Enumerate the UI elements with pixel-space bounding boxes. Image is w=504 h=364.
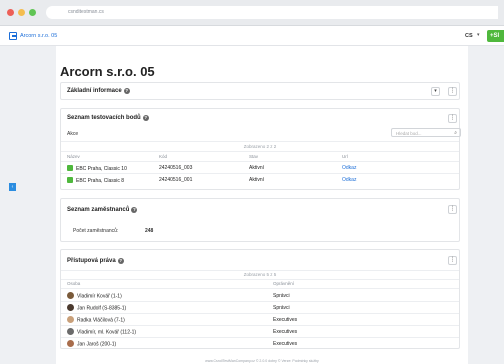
kebab-icon: ⋮ [449,88,456,94]
divider [61,173,459,174]
table-row-status: Aktivní [249,165,265,171]
table-row-person[interactable]: Radka Vláčilová (7-1) [67,316,125,324]
card-title: Základní informace? [67,88,130,94]
column-header: Oprávnění [273,281,295,286]
add-button[interactable]: +Sl [487,30,504,42]
maximize-dot[interactable] [29,9,36,16]
collapse-button[interactable]: ▾ [431,87,440,96]
table-row-link[interactable]: Odkaz [342,165,356,171]
divider [61,141,459,142]
card-employees: Seznam zaměstnanců? ⋮ Počet zaměstnanců:… [60,198,460,242]
chevron-down-icon: ▾ [434,88,437,94]
breadcrumb-company[interactable]: Arcorn s.r.o. 05 [20,33,57,39]
divider [61,288,459,289]
avatar [67,316,74,323]
column-header: Kód [159,154,168,159]
avatar [67,328,74,335]
column-header: Název [67,154,80,159]
table-row-code: 24240516_003 [159,165,193,171]
help-icon[interactable]: ? [117,258,124,264]
table-row-link[interactable]: Odkaz [342,177,356,183]
address-bar[interactable]: csnditestman.cs [46,6,498,19]
column-header: Url [342,154,348,159]
column-header: Stav [249,154,259,159]
employee-count-label: Počet zaměstnanců: [73,228,119,234]
card-title: Seznam zaměstnanců? [67,207,138,213]
status-square-icon [67,165,73,171]
close-dot[interactable] [7,9,14,16]
divider [61,161,459,162]
table-row-role: Executives [273,329,298,335]
card-basic-info: Základní informace? ▾ ⋮ [60,82,460,100]
page-title: Arcorn s.r.o. 05 [60,64,155,79]
table-row-status: Aktivní [249,177,265,183]
table-row-role: Executives [273,341,298,347]
avatar [67,304,74,311]
table-row-role: Executives [273,317,298,323]
divider [61,313,459,314]
card-title: Přístupová práva? [67,258,124,264]
more-menu-button[interactable]: ⋮ [448,87,457,96]
card-access-rights: Přístupová práva? ⋮ Zobrazeno 5 z 5 Osob… [60,249,460,349]
shown-count: Zobrazeno 2 z 2 [243,144,277,149]
minimize-dot[interactable] [18,9,25,16]
divider [61,279,459,280]
help-icon[interactable]: ? [123,88,130,94]
table-row-person[interactable]: Vladimír, ml. Kovář (112-1) [67,328,136,336]
more-menu-button[interactable]: ⋮ [448,205,457,214]
divider [61,337,459,338]
kebab-icon: ⋮ [449,206,456,212]
app-header: Arcorn s.r.o. 05 CS ▾ +Sl [0,26,504,46]
table-row-name[interactable]: EBC Praha, Classic 10 [67,165,127,172]
employee-count-value: 248 [145,228,154,234]
avatar [67,292,74,299]
shown-count: Zobrazeno 5 z 5 [243,272,277,277]
table-row-person[interactable]: Jan Rudolf (S-8385-1) [67,304,126,312]
kebab-icon: ⋮ [449,257,456,263]
table-row-person[interactable]: Jan Jaroš (200-1) [67,340,116,348]
divider [61,151,459,152]
sidebar-expand-handle[interactable]: ‹ [9,183,16,191]
window-controls [7,9,36,16]
kebab-icon: ⋮ [449,115,456,121]
table-row-name[interactable]: EBC Praha, Classic 8 [67,177,124,184]
card-title: Seznam testovacích bodů? [67,115,149,121]
table-row-code: 24240516_001 [159,177,193,183]
status-square-icon [67,177,73,183]
table-row-role: Správci [273,305,290,311]
column-header: Osoba [67,281,81,286]
divider [61,270,459,271]
search-icon[interactable]: ⌕ [454,130,457,136]
search-input[interactable]: Hledat bod... ⌕ [391,128,461,137]
help-icon[interactable]: ? [142,115,149,121]
browser-chrome: csnditestman.cs [0,0,504,26]
help-icon[interactable]: ? [131,207,138,213]
card-test-points: Seznam testovacích bodů? ⋮ Akce Hledat b… [60,108,461,190]
table-row-person[interactable]: Vladimír Kovář (1-1) [67,292,122,300]
footer: www.CsndiTestManCompany.cz © 2.0.0 dobry… [205,359,319,363]
table-row-role: Správci [273,293,290,299]
company-icon [9,32,17,40]
divider [61,325,459,326]
more-menu-button[interactable]: ⋮ [448,256,457,265]
divider [61,301,459,302]
chevron-down-icon[interactable]: ▾ [477,32,480,38]
language-select[interactable]: CS [465,33,473,39]
main-content: Arcorn s.r.o. 05 Základní informace? ▾ ⋮… [56,46,468,364]
actions-label[interactable]: Akce [67,131,78,137]
more-menu-button[interactable]: ⋮ [448,114,457,123]
avatar [67,340,74,347]
